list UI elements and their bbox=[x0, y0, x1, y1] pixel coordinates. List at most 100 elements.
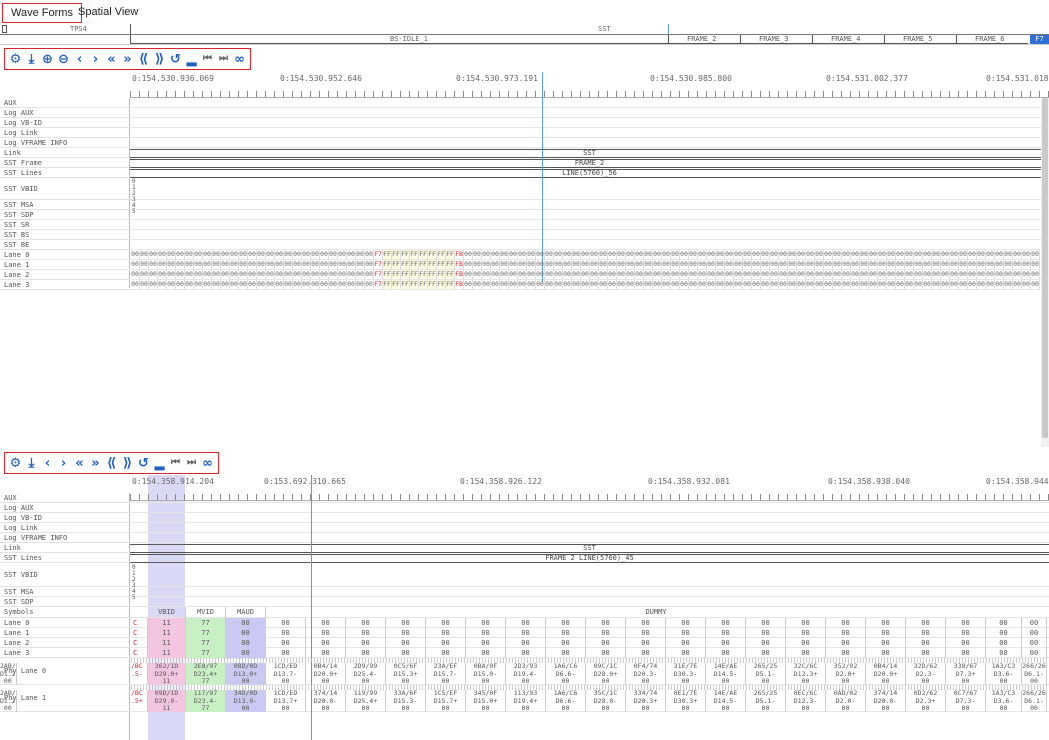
next-icon[interactable]: › bbox=[56, 455, 71, 471]
hex-cell: FF bbox=[428, 270, 437, 279]
phy-cell-line: 00 bbox=[401, 704, 410, 712]
hex-cell: 00 bbox=[518, 260, 527, 269]
hex-cell: 00 bbox=[1031, 260, 1040, 269]
frame-label[interactable]: FRAME_5 bbox=[884, 35, 956, 44]
settings-icon[interactable]: ⚙ bbox=[8, 51, 23, 67]
hex-cell: 00 bbox=[806, 270, 815, 279]
skip-forward-icon[interactable]: ⟫ bbox=[152, 51, 167, 67]
frame-last[interactable]: F7 bbox=[1030, 35, 1049, 44]
sst-lines-bar: LINE(5760)_56 bbox=[130, 169, 1049, 178]
hex-cell: 00 bbox=[176, 270, 185, 279]
hex-cell: 00 bbox=[932, 260, 941, 269]
row-gridline bbox=[130, 98, 1049, 108]
skip-back-icon[interactable]: ⟪ bbox=[104, 455, 119, 471]
hex-cell: 00 bbox=[986, 260, 995, 269]
hex-cell: 00 bbox=[203, 260, 212, 269]
ruler-icon[interactable]: ▂ bbox=[184, 51, 199, 67]
hex-cell: 00 bbox=[473, 250, 482, 259]
hex-cell: 00 bbox=[212, 270, 221, 279]
hex-cell: 00 bbox=[365, 270, 374, 279]
next-icon[interactable]: › bbox=[88, 51, 103, 67]
hex-cell: 00 bbox=[653, 250, 662, 259]
hex-cell: F7 bbox=[374, 250, 383, 259]
row-gridline bbox=[130, 128, 1049, 138]
hex-cell: 00 bbox=[194, 280, 203, 289]
phy-cell: 362/1D D29.0+ 11 bbox=[148, 663, 186, 685]
frame-label[interactable]: FRAME_4 bbox=[812, 35, 884, 44]
ruler-icon[interactable]: ▂ bbox=[152, 455, 167, 471]
hex-cell: 00 bbox=[662, 250, 671, 259]
hex-cell: 00 bbox=[644, 250, 653, 259]
hex-cell: 00 bbox=[860, 270, 869, 279]
hex-cell: 00 bbox=[725, 260, 734, 269]
hex-cell: 00 bbox=[329, 270, 338, 279]
phy-cell: 0C7/67 D7.3- 00 bbox=[946, 690, 986, 712]
sst-lines-bar: FRAME 2 LINE(5760)_45 bbox=[130, 554, 1049, 563]
phy-cell-line: .5- bbox=[131, 669, 143, 678]
hex-cell: 00 bbox=[617, 250, 626, 259]
prev-icon[interactable]: ‹ bbox=[40, 455, 55, 471]
timestamp-label: 0:154.358.914.204 bbox=[132, 477, 214, 486]
timeline-ruler[interactable]: 0:154.530.936.069 0:154.530.952.646 0:154.… bbox=[130, 72, 1049, 98]
export-icon[interactable]: ⤓ bbox=[24, 455, 39, 471]
frame-label[interactable]: FRAME_3 bbox=[740, 35, 812, 44]
hex-cell: 00 bbox=[716, 250, 725, 259]
hex-cell: 00 bbox=[338, 260, 347, 269]
fast-forward-icon[interactable]: » bbox=[88, 455, 103, 471]
skip-forward-icon[interactable]: ⟫ bbox=[120, 455, 135, 471]
fast-rewind-icon[interactable]: « bbox=[104, 51, 119, 67]
hex-cell: 00 bbox=[842, 250, 851, 259]
hex-cell: 00 bbox=[284, 260, 293, 269]
last-icon[interactable]: ⏭ bbox=[216, 51, 231, 67]
hex-cell: 00 bbox=[734, 260, 743, 269]
link-icon[interactable]: ∞ bbox=[232, 51, 247, 67]
hex-cell: 00 bbox=[716, 270, 725, 279]
frame-summary-bar: TPS4 SST BS-IDLE_1 FRAME_2 FRAME_3 FRAME_4… bbox=[0, 24, 1049, 45]
zoom-out-icon[interactable]: ⊖ bbox=[56, 51, 71, 67]
row-gridline bbox=[130, 118, 1049, 128]
hex-cell: 00 bbox=[140, 250, 149, 259]
hex-cell: 00 bbox=[581, 260, 590, 269]
last-icon[interactable]: ⏭ bbox=[184, 455, 199, 471]
link-icon[interactable]: ∞ bbox=[200, 455, 215, 471]
hex-cell: 00 bbox=[824, 280, 833, 289]
hex-cell: 00 bbox=[869, 270, 878, 279]
first-icon[interactable]: ⏮ bbox=[200, 51, 215, 67]
frame-label[interactable]: FRAME_6 bbox=[956, 35, 1028, 44]
hex-cell: 00 bbox=[545, 280, 554, 289]
hex-cell: 00 bbox=[527, 260, 536, 269]
phy-cell: 1A6/C6 D6.6- 00 bbox=[546, 663, 586, 685]
hex-cell: 00 bbox=[149, 270, 158, 279]
hex-cell: 00 bbox=[527, 250, 536, 259]
export-icon[interactable]: ⤓ bbox=[24, 51, 39, 67]
fast-forward-icon[interactable]: » bbox=[120, 51, 135, 67]
sst-label: SST bbox=[598, 25, 611, 33]
phy-cell: 117/97 D23.4- 77 bbox=[186, 690, 226, 712]
hex-cell: 00 bbox=[626, 280, 635, 289]
tab-spatial-view[interactable]: Spatial View bbox=[70, 3, 146, 23]
prev-icon[interactable]: ‹ bbox=[72, 51, 87, 67]
phy-cell-line: 00 bbox=[241, 704, 250, 712]
hex-cell: 00 bbox=[950, 270, 959, 279]
zoom-in-icon[interactable]: ⊕ bbox=[40, 51, 55, 67]
hex-cell: 00 bbox=[158, 250, 167, 259]
hex-cell: 00 bbox=[275, 280, 284, 289]
hex-cell: FF bbox=[428, 260, 437, 269]
timestamp-label: 0:154.358.926.122 bbox=[460, 477, 542, 486]
hex-cell: FF bbox=[410, 250, 419, 259]
settings-icon[interactable]: ⚙ bbox=[8, 455, 23, 471]
hex-cell: 00 bbox=[140, 280, 149, 289]
hex-cell: 00 bbox=[266, 260, 275, 269]
frame-label[interactable]: FRAME_2 bbox=[668, 35, 740, 44]
timestamp-label: 0:154.530.936.069 bbox=[132, 74, 214, 83]
hex-cell: 00 bbox=[797, 280, 806, 289]
history-icon[interactable]: ↺ bbox=[136, 455, 151, 471]
history-icon[interactable]: ↺ bbox=[168, 51, 183, 67]
hex-cell: 00 bbox=[464, 250, 473, 259]
first-icon[interactable]: ⏮ bbox=[168, 455, 183, 471]
hex-cell: F7 bbox=[374, 260, 383, 269]
hex-cell: 00 bbox=[572, 270, 581, 279]
fast-rewind-icon[interactable]: « bbox=[72, 455, 87, 471]
skip-back-icon[interactable]: ⟪ bbox=[136, 51, 151, 67]
phy-cell-line: 77 bbox=[201, 704, 210, 712]
